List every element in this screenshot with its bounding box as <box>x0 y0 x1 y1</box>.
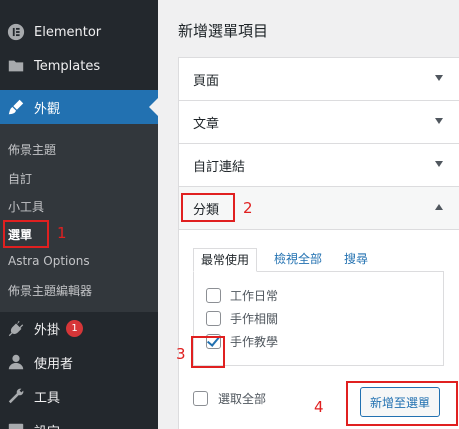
plugins-icon <box>6 318 26 338</box>
annotation-box-checkbox <box>191 336 225 368</box>
sidebar-item-tools[interactable]: 工具 <box>0 379 158 413</box>
tab-view-all[interactable]: 檢視全部 <box>267 248 329 272</box>
submenu-item-astra-options[interactable]: Astra Options <box>8 254 90 268</box>
appearance-brush-icon <box>6 97 26 117</box>
elementor-icon <box>6 22 26 42</box>
category-label: 手作教學 <box>230 334 279 349</box>
accordion-section-posts[interactable]: 文章 <box>179 101 459 144</box>
annotation-number-4: 4 <box>314 398 324 416</box>
sidebar-item-appearance[interactable]: 外觀 <box>0 90 158 124</box>
category-checkbox[interactable] <box>206 310 221 326</box>
submenu-item-customize[interactable]: 自訂 <box>8 170 32 187</box>
admin-sidebar: Elementor Templates 外觀 佈景主題 自訂 小工具 選單 As… <box>0 0 158 429</box>
annotation-box-categories <box>181 193 235 222</box>
sidebar-item-elementor[interactable]: Elementor <box>0 15 158 49</box>
accordion-label: 自訂連結 <box>193 159 246 175</box>
accordion-section-pages[interactable]: 頁面 <box>179 58 459 101</box>
annotation-box-add-button <box>346 381 458 426</box>
accordion-label: 頁面 <box>193 73 220 89</box>
sidebar-item-settings[interactable]: 設定 <box>0 413 158 429</box>
list-item[interactable]: 工作日常 <box>206 286 278 304</box>
category-label: 工作日常 <box>230 288 279 303</box>
category-checkbox[interactable] <box>206 287 221 303</box>
add-menu-items-accordion: 頁面 文章 自訂連結 分類 最常使用 檢視全部 搜尋 工作日常 手作相關 手作教… <box>178 57 459 429</box>
sidebar-item-label: 工具 <box>34 390 61 406</box>
settings-icon <box>6 420 26 429</box>
category-label: 手作相關 <box>230 311 279 326</box>
sidebar-item-label: 外觀 <box>34 101 61 117</box>
sidebar-item-label: Templates <box>34 58 101 74</box>
collapse-arrow-icon <box>435 204 443 210</box>
annotation-number-3: 3 <box>176 345 186 363</box>
sidebar-item-label: 使用者 <box>34 356 74 372</box>
accordion-section-custom-links[interactable]: 自訂連結 <box>179 144 459 187</box>
sidebar-item-users[interactable]: 使用者 <box>0 345 158 379</box>
sidebar-item-templates[interactable]: Templates <box>0 49 158 83</box>
sidebar-item-plugins[interactable]: 外掛 1 <box>0 311 158 345</box>
sidebar-item-label: 設定 <box>34 421 60 429</box>
expand-arrow-icon <box>435 75 443 81</box>
category-tabs: 最常使用 檢視全部 搜尋 <box>193 248 444 272</box>
update-count-badge: 1 <box>66 319 84 337</box>
annotation-number-1: 1 <box>57 224 67 242</box>
accordion-label: 文章 <box>193 116 220 132</box>
submenu-item-theme-editor[interactable]: 佈景主題編輯器 <box>8 282 92 299</box>
sidebar-item-label: 外掛 <box>34 322 61 338</box>
select-all-row[interactable]: 選取全部 <box>193 390 266 407</box>
user-icon <box>6 352 26 372</box>
appearance-submenu: 佈景主題 自訂 小工具 選單 Astra Options 佈景主題編輯器 <box>0 124 158 312</box>
annotation-number-2: 2 <box>243 199 253 217</box>
expand-arrow-icon <box>435 161 443 167</box>
folder-icon <box>6 56 26 76</box>
sidebar-item-label: Elementor <box>34 24 102 40</box>
select-all-label: 選取全部 <box>218 392 267 406</box>
wrench-icon <box>6 386 26 406</box>
category-checklist: 工作日常 手作相關 手作教學 <box>193 271 444 366</box>
select-all-checkbox[interactable] <box>193 391 208 406</box>
annotation-box-menus <box>3 220 49 248</box>
list-item[interactable]: 手作相關 <box>206 309 278 327</box>
submenu-item-themes[interactable]: 佈景主題 <box>8 141 56 158</box>
tab-most-used[interactable]: 最常使用 <box>193 248 258 272</box>
page-title: 新增選單項目 <box>178 22 269 40</box>
submenu-item-widgets[interactable]: 小工具 <box>8 198 44 215</box>
tab-search[interactable]: 搜尋 <box>337 248 375 272</box>
expand-arrow-icon <box>435 118 443 124</box>
